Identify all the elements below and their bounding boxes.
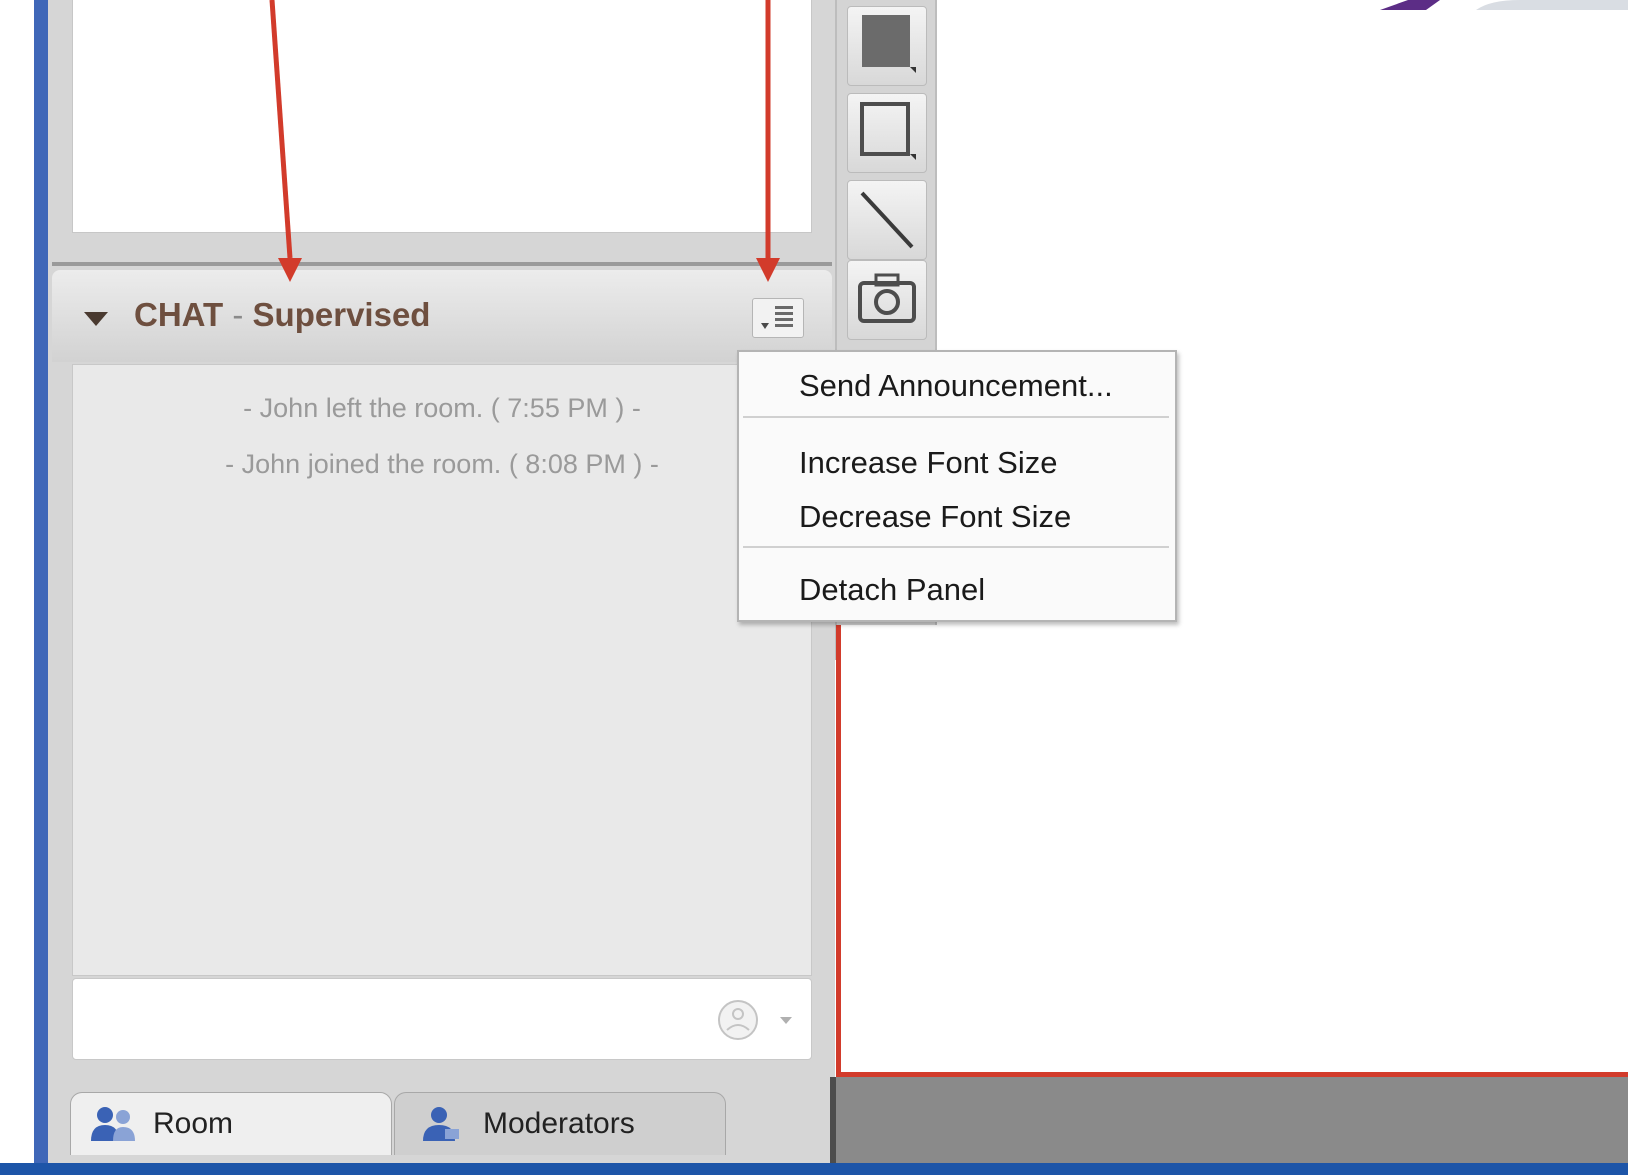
tab-room-label: Room — [153, 1107, 234, 1140]
pod-options-button[interactable] — [752, 298, 804, 338]
chat-message-area[interactable]: - John left the room. ( 7:55 PM ) - - Jo… — [72, 364, 812, 976]
menu-item-send-announcement[interactable]: Send Announcement... — [799, 368, 1113, 404]
menu-item-detach-panel[interactable]: Detach Panel — [799, 572, 985, 608]
rectangle-icon — [860, 102, 916, 160]
rectangle-tool[interactable] — [847, 93, 927, 173]
menu-separator — [743, 546, 1169, 548]
users-icon — [91, 1107, 135, 1141]
line-tool[interactable] — [847, 180, 927, 260]
tab-moderators[interactable]: Moderators — [394, 1092, 726, 1155]
chat-input-field[interactable] — [72, 978, 812, 1060]
tab-moderators-label: Moderators — [483, 1107, 635, 1140]
pod-divider[interactable] — [52, 262, 832, 266]
pod-menu-icon — [761, 306, 793, 329]
whiteboard-area[interactable] — [836, 625, 1628, 1077]
chat-pod-title: CHAT - Supervised — [134, 296, 430, 334]
whiteboard-footer — [836, 1077, 1628, 1163]
pod-options-menu: Send Announcement... Increase Font Size … — [737, 350, 1177, 622]
collapse-arrow-icon[interactable] — [84, 312, 108, 326]
filled-rectangle-icon — [862, 15, 916, 73]
line-icon — [860, 191, 914, 249]
window-bottom-border — [0, 1163, 1628, 1175]
menu-item-decrease-font-size[interactable]: Decrease Font Size — [799, 499, 1071, 535]
tab-room[interactable]: Room — [70, 1092, 392, 1155]
moderator-icon — [423, 1107, 459, 1141]
emoticon-dropdown-caret[interactable] — [780, 1017, 792, 1024]
chat-system-message: - John left the room. ( 7:55 PM ) - — [243, 393, 641, 423]
emoticon-icon[interactable] — [716, 998, 760, 1042]
upper-pod-content — [72, 0, 812, 233]
chat-title-mode: Supervised — [252, 296, 431, 333]
chat-title-prefix: CHAT — [134, 296, 224, 333]
chat-system-message: - John joined the room. ( 8:08 PM ) - — [225, 449, 659, 479]
menu-item-increase-font-size[interactable]: Increase Font Size — [799, 445, 1057, 481]
camera-icon — [858, 273, 916, 323]
snapshot-tool[interactable] — [847, 260, 927, 340]
menu-separator — [743, 416, 1169, 418]
chat-title-separator: - — [232, 296, 244, 333]
filled-rectangle-tool[interactable] — [847, 6, 927, 86]
corner-decoration — [1380, 0, 1628, 10]
